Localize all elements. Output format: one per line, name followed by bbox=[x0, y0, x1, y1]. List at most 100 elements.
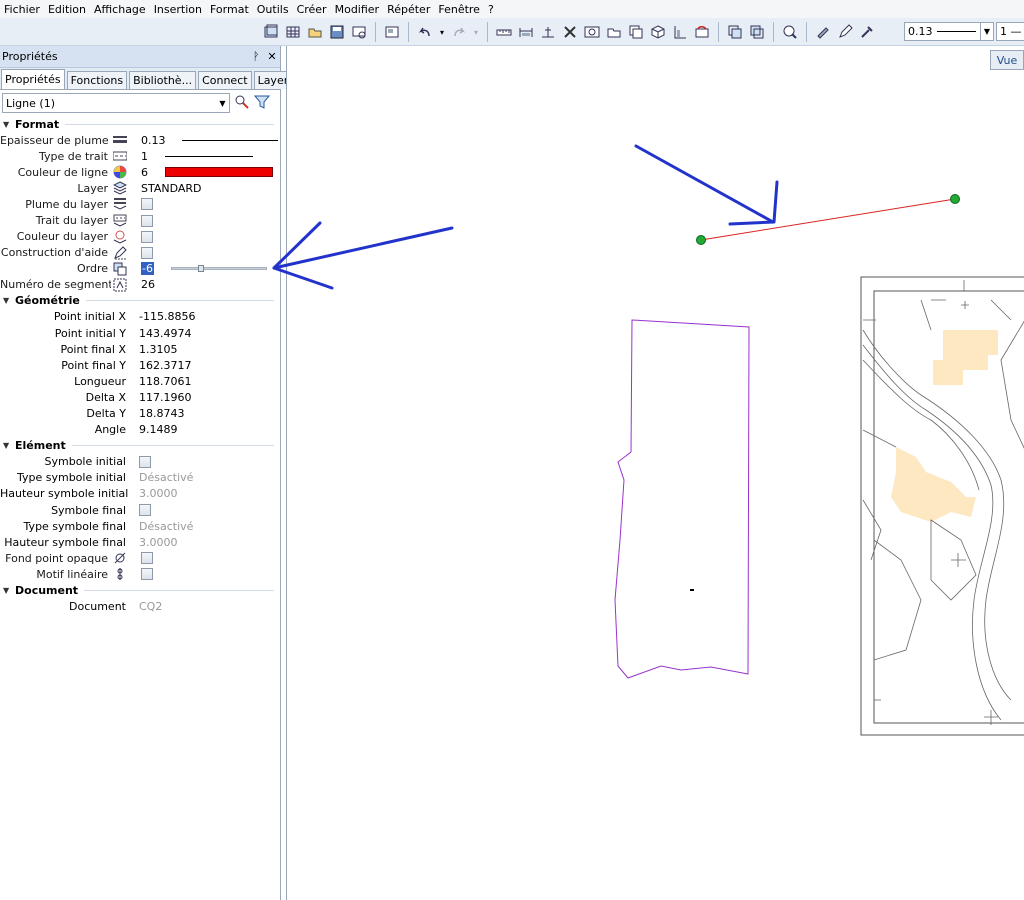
prop-couleur[interactable]: Couleur de ligne 6 bbox=[0, 164, 280, 180]
prop-value[interactable]: 143.4974 bbox=[129, 327, 192, 340]
prop-hauteur-symbole-final[interactable]: Hauteur symbole final 3.0000 bbox=[0, 534, 280, 550]
dimension-icon[interactable] bbox=[517, 23, 535, 41]
section-document[interactable]: ▼ Document bbox=[0, 582, 280, 598]
object-type-select[interactable]: Ligne (1) ▼ bbox=[2, 93, 230, 113]
collapse-triangle-icon[interactable]: ▼ bbox=[3, 586, 15, 595]
measure-icon[interactable] bbox=[495, 23, 513, 41]
prop-plume-layer[interactable]: Plume du layer bbox=[0, 196, 280, 212]
prop-hauteur-symbole-initial[interactable]: Hauteur symbole initial 3.0000 bbox=[0, 486, 280, 502]
prop-point-initial-y[interactable]: Point initial Y 143.4974 bbox=[0, 325, 280, 341]
prop-point-final-y[interactable]: Point final Y 162.3717 bbox=[0, 357, 280, 373]
construction-checkbox[interactable] bbox=[141, 246, 153, 259]
tab-connect[interactable]: Connect bbox=[198, 71, 252, 89]
drawing-canvas[interactable]: Vue bbox=[286, 46, 1024, 900]
copy-icon[interactable] bbox=[627, 23, 645, 41]
prop-delta-x[interactable]: Delta X 117.1960 bbox=[0, 389, 280, 405]
redo-dropdown-icon[interactable]: ▾ bbox=[472, 23, 480, 41]
chevron-down-icon[interactable]: ▼ bbox=[980, 23, 993, 40]
fond-point-checkbox[interactable] bbox=[141, 552, 153, 565]
open-folder-icon[interactable] bbox=[306, 23, 324, 41]
prop-trait-layer[interactable]: Trait du layer bbox=[0, 212, 280, 228]
motif-lineaire-checkbox[interactable] bbox=[141, 568, 153, 581]
line-start-handle[interactable] bbox=[696, 235, 706, 245]
menu-fichier[interactable]: Fichier bbox=[2, 3, 46, 16]
prop-symbole-final[interactable]: Symbole final bbox=[0, 502, 280, 518]
frame-deselect-icon[interactable] bbox=[748, 23, 766, 41]
trait-layer-checkbox[interactable] bbox=[141, 214, 153, 227]
cadastral-plan[interactable] bbox=[860, 276, 1024, 736]
sheet-icon[interactable] bbox=[262, 23, 280, 41]
symbole-initial-checkbox[interactable] bbox=[139, 455, 151, 468]
prop-value[interactable]: -115.8856 bbox=[129, 310, 195, 323]
prop-point-final-x[interactable]: Point final X 1.3105 bbox=[0, 341, 280, 357]
prop-value[interactable]: 117.1960 bbox=[129, 391, 192, 404]
collapse-triangle-icon[interactable]: ▼ bbox=[3, 296, 15, 305]
close-icon[interactable]: ✕ bbox=[264, 50, 280, 63]
prop-couleur-layer[interactable]: Couleur du layer bbox=[0, 229, 280, 245]
prop-value[interactable]: 26 bbox=[129, 278, 155, 291]
menu-format[interactable]: Format bbox=[208, 3, 255, 16]
undo-icon[interactable] bbox=[416, 23, 434, 41]
collapse-triangle-icon[interactable]: ▼ bbox=[3, 120, 15, 129]
prop-value[interactable]: 9.1489 bbox=[129, 423, 178, 436]
menu-outils[interactable]: Outils bbox=[255, 3, 295, 16]
menu-creer[interactable]: Créer bbox=[295, 3, 333, 16]
selected-line[interactable] bbox=[700, 198, 956, 241]
prop-ordre[interactable]: Ordre -6 bbox=[0, 261, 280, 277]
layout-icon[interactable] bbox=[383, 23, 401, 41]
pin-icon[interactable]: ᚹ bbox=[248, 50, 264, 63]
filter-icon[interactable] bbox=[253, 94, 271, 113]
view-icon[interactable] bbox=[583, 23, 601, 41]
help-search-icon[interactable] bbox=[781, 23, 799, 41]
pen-thickness-select[interactable]: 0.13 ▼ bbox=[904, 22, 994, 41]
redo-icon[interactable] bbox=[450, 23, 468, 41]
tab-bibliotheque[interactable]: Bibliothè... bbox=[129, 71, 197, 89]
cube-icon[interactable] bbox=[649, 23, 667, 41]
menu-fenetre[interactable]: Fenêtre bbox=[436, 3, 486, 16]
prop-value[interactable]: 118.7061 bbox=[129, 375, 192, 388]
prop-value[interactable]: -6 bbox=[129, 262, 267, 276]
format-painter-icon[interactable] bbox=[814, 23, 832, 41]
pipette-icon[interactable] bbox=[858, 23, 876, 41]
level-icon[interactable] bbox=[539, 23, 557, 41]
tools-icon[interactable] bbox=[561, 23, 579, 41]
order-slider[interactable] bbox=[170, 265, 267, 273]
prop-value[interactable]: 6 bbox=[129, 166, 273, 179]
prop-epaisseur[interactable]: Epaisseur de plume 0.13 bbox=[0, 132, 280, 148]
prop-document[interactable]: Document CQ2 bbox=[0, 598, 280, 614]
prop-point-initial-x[interactable]: Point initial X -115.8856 bbox=[0, 309, 280, 325]
prop-type-trait[interactable]: Type de trait 1 bbox=[0, 148, 280, 164]
purple-parcel-outline[interactable] bbox=[614, 319, 750, 679]
prop-longueur[interactable]: Longueur 118.7061 bbox=[0, 373, 280, 389]
save-icon[interactable] bbox=[328, 23, 346, 41]
prop-value[interactable]: STANDARD bbox=[129, 182, 202, 195]
tab-proprietes[interactable]: Propriétés bbox=[1, 69, 65, 89]
menu-help[interactable]: ? bbox=[486, 3, 500, 16]
prop-motif-lineaire[interactable]: Motif linéaire bbox=[0, 566, 280, 582]
section-element[interactable]: ▼ Elément bbox=[0, 438, 280, 454]
menu-insertion[interactable]: Insertion bbox=[152, 3, 208, 16]
plume-layer-checkbox[interactable] bbox=[141, 198, 153, 211]
prop-symbole-initial[interactable]: Symbole initial bbox=[0, 454, 280, 470]
section-geometrie[interactable]: ▼ Géométrie bbox=[0, 293, 280, 309]
menu-modifier[interactable]: Modifier bbox=[333, 3, 385, 16]
print-preview-icon[interactable] bbox=[350, 23, 368, 41]
prop-segment[interactable]: Numéro de segment 26 bbox=[0, 277, 280, 293]
prop-type-symbole-final[interactable]: Type symbole final Désactivé bbox=[0, 518, 280, 534]
prop-value[interactable]: 162.3717 bbox=[129, 359, 192, 372]
undo-dropdown-icon[interactable]: ▾ bbox=[438, 23, 446, 41]
couleur-layer-checkbox[interactable] bbox=[141, 230, 153, 243]
slider-knob[interactable] bbox=[197, 265, 204, 273]
grid-icon[interactable] bbox=[284, 23, 302, 41]
menu-affichage[interactable]: Affichage bbox=[92, 3, 152, 16]
chart-icon[interactable] bbox=[671, 23, 689, 41]
prop-value[interactable]: 1.3105 bbox=[129, 343, 178, 356]
prop-type-symbole-initial[interactable]: Type symbole initial Désactivé bbox=[0, 470, 280, 486]
prop-value[interactable]: 18.8743 bbox=[129, 407, 185, 420]
section-format[interactable]: ▼ Format bbox=[0, 116, 280, 132]
prop-layer[interactable]: Layer STANDARD bbox=[0, 180, 280, 196]
chevron-down-icon[interactable]: ▼ bbox=[216, 94, 229, 112]
frame-select-icon[interactable] bbox=[726, 23, 744, 41]
ordre-value[interactable]: -6 bbox=[141, 262, 154, 276]
collapse-triangle-icon[interactable]: ▼ bbox=[3, 441, 15, 450]
